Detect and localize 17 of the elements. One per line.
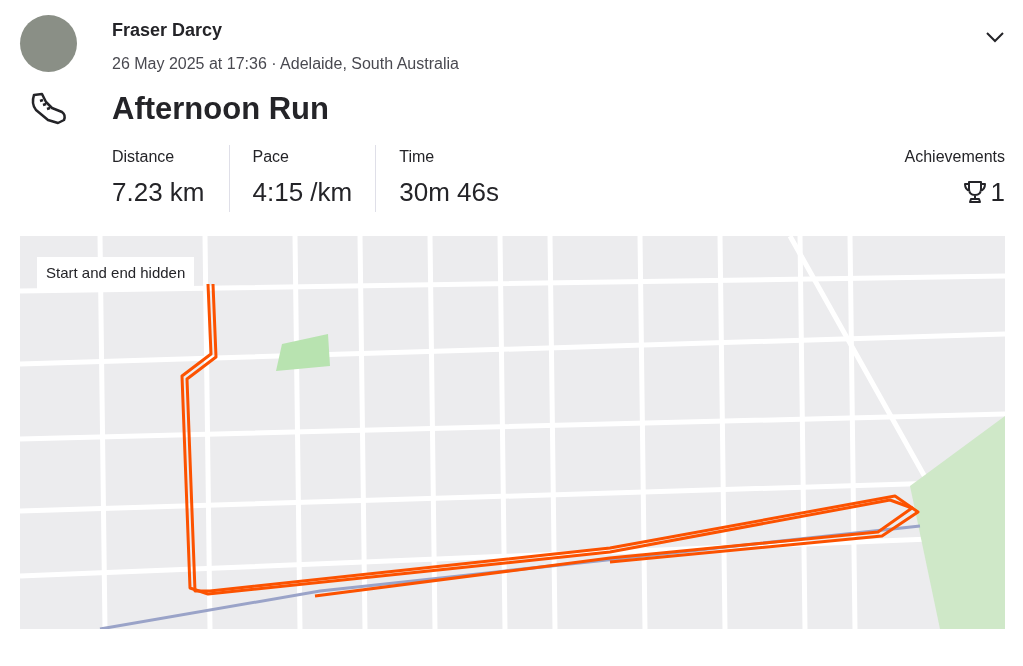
stat-label: Time [399,146,436,167]
achievements-label: Achievements [904,146,1005,167]
athlete-name[interactable]: Fraser Darcy [112,17,459,44]
achievements-count: 1 [990,175,1005,209]
route-hidden-badge: Start and end hidden [37,256,195,289]
stat-label: Pace [252,146,290,167]
avatar[interactable] [20,15,77,72]
stat-label: Distance [112,146,176,167]
chevron-down-icon[interactable] [985,31,1005,43]
park-area [276,333,330,371]
stat-value: 4:15 /km [252,175,353,209]
activity-title: Afternoon Run [112,90,329,128]
activity-date-location: 26 May 2025 at 17:36 · Adelaide, South Australia [112,54,459,74]
stat-value: 7.23 km [112,175,205,209]
route-map[interactable]: Start and end hidden [20,235,1005,629]
stat-value: 30m 46s [399,175,499,209]
trophy-icon [962,180,987,204]
